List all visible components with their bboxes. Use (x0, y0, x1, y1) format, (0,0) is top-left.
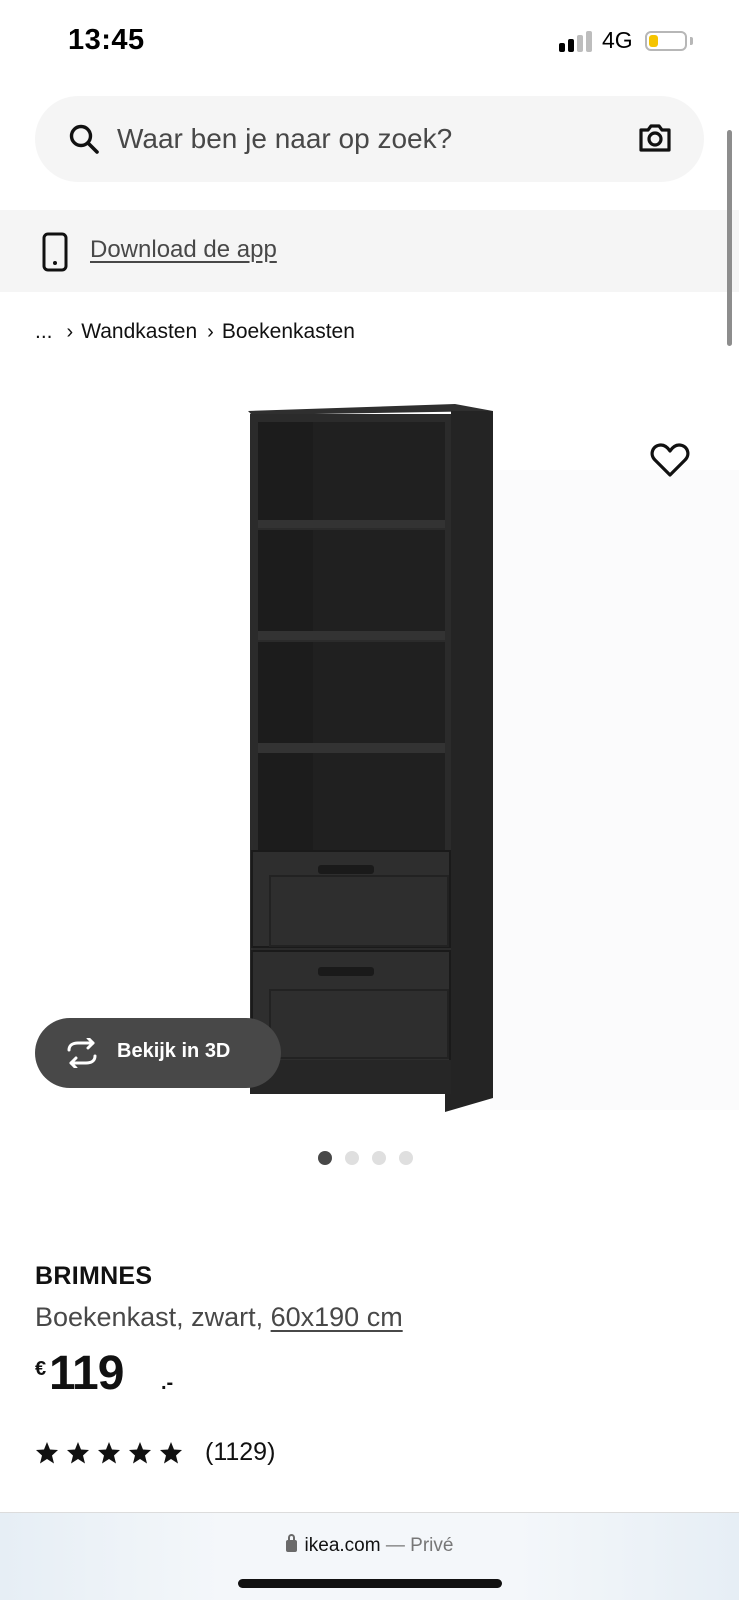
star-icon (160, 1441, 182, 1463)
heart-icon[interactable] (650, 442, 690, 478)
review-count[interactable]: (1129) (205, 1438, 275, 1467)
browsing-mode: Privé (410, 1535, 454, 1556)
status-bar: 13:45 4G (0, 0, 739, 84)
chevron-right-icon: › (207, 320, 214, 343)
product-description: Boekenkast, zwart, 60x190 cm (35, 1302, 403, 1333)
battery-cap (690, 37, 693, 45)
product-rating[interactable]: (1129) (35, 1438, 275, 1467)
address-display[interactable]: ikea.com — Privé (0, 1534, 739, 1557)
gallery-dot[interactable] (345, 1151, 359, 1165)
camera-icon[interactable] (637, 120, 673, 156)
gallery-dot[interactable] (399, 1151, 413, 1165)
battery-icon (645, 31, 687, 51)
breadcrumb-ellipsis[interactable]: ... (35, 320, 53, 344)
rating-stars (35, 1441, 183, 1465)
product-name: BRIMNES (35, 1262, 153, 1290)
network-label: 4G (602, 27, 633, 53)
breadcrumb-item-boekenkasten[interactable]: Boekenkasten (222, 320, 355, 344)
scrollbar[interactable] (727, 130, 732, 346)
price-suffix: .- (161, 1372, 174, 1394)
download-app-banner[interactable]: Download de app (0, 210, 739, 292)
search-icon[interactable] (67, 122, 101, 156)
view-in-3d-label: Bekijk in 3D (117, 1040, 231, 1062)
price-amount: 119 (49, 1347, 124, 1400)
view-in-3d-button[interactable]: Bekijk in 3D (35, 1018, 281, 1088)
star-icon (67, 1441, 89, 1463)
breadcrumb: ... › Wandkasten › Boekenkasten (35, 320, 365, 344)
chevron-right-icon: › (66, 320, 74, 343)
rotate-3d-icon (67, 1038, 97, 1068)
gallery-pagination (318, 1151, 413, 1165)
lock-icon (285, 1534, 297, 1552)
star-icon (36, 1441, 58, 1463)
home-indicator[interactable] (238, 1579, 502, 1588)
breadcrumb-item-wandkasten[interactable]: Wandkasten (81, 320, 197, 344)
url-domain: ikea.com (304, 1535, 381, 1556)
gallery-dot[interactable] (318, 1151, 332, 1165)
browser-address-bar[interactable]: ikea.com — Privé (0, 1512, 739, 1600)
search-bar[interactable] (35, 96, 704, 182)
download-app-link[interactable]: Download de app (90, 236, 277, 264)
star-icon (129, 1441, 151, 1463)
signal-icon (559, 30, 595, 52)
price-currency: € (35, 1358, 47, 1380)
product-type: Boekenkast, zwart, (35, 1302, 271, 1332)
star-icon (98, 1441, 120, 1463)
phone-icon (42, 232, 68, 272)
battery-fill (649, 35, 658, 47)
status-time: 13:45 (68, 24, 145, 56)
product-size-link[interactable]: 60x190 cm (271, 1302, 403, 1332)
search-input[interactable] (117, 120, 597, 158)
url-separator: — (380, 1535, 411, 1556)
gallery-dot[interactable] (372, 1151, 386, 1165)
